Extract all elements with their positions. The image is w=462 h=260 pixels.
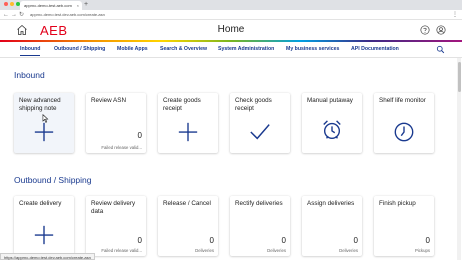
card-subtitle: Deliveries [195, 248, 214, 253]
card-count: 0 [353, 236, 358, 245]
card-subtitle: Failed release valid... [101, 145, 142, 150]
card-create-goods-receipt[interactable]: Create goods receipt [158, 93, 218, 153]
nav-mobile-apps[interactable]: Mobile Apps [117, 46, 148, 52]
card-title: Release / Cancel [163, 200, 211, 207]
plus-icon [178, 122, 198, 142]
user-icon[interactable] [436, 25, 446, 35]
browser-menu-icon[interactable]: ⋮ [452, 11, 458, 18]
main-nav: Inbound Outbound / Shipping Mobile Apps … [0, 42, 462, 58]
card-title: Finish pickup [379, 200, 416, 207]
app-header: AEB Home [0, 20, 462, 40]
link-status-bar: https://apprnc-demo.test.dev.aeb.com/cre… [0, 253, 95, 260]
tab-title: apprnc-demo-test.aeb.com [24, 3, 72, 8]
card-title: Manual putaway [307, 97, 353, 104]
nav-inbound[interactable]: Inbound [20, 46, 41, 56]
card-title: Review ASN [91, 97, 126, 104]
page-title: Home [217, 24, 245, 35]
card-title: Create goods receipt [163, 97, 201, 112]
browser-tab-bar: apprnc-demo-test.aeb.com × + [0, 0, 462, 10]
section-title-outbound: Outbound / Shipping [14, 175, 92, 185]
card-subtitle: Deliveries [339, 248, 358, 253]
window-controls [4, 2, 20, 6]
nav-system-administration[interactable]: System Administration [218, 46, 274, 52]
card-count: 0 [137, 236, 142, 245]
card-shelf-life-monitor[interactable]: Shelf life monitor [374, 93, 434, 153]
mouse-cursor-icon [42, 114, 49, 123]
card-create-delivery[interactable]: Create delivery [14, 196, 74, 256]
card-count: 0 [281, 236, 286, 245]
card-title: Rectify deliveries [235, 200, 283, 207]
close-window-dot[interactable] [4, 2, 8, 6]
forward-icon[interactable]: → [11, 11, 17, 19]
card-title: Review delivery data [91, 200, 136, 215]
card-subtitle: Pickups [414, 248, 430, 253]
plus-icon [34, 122, 54, 142]
plus-icon [34, 225, 54, 245]
reload-icon[interactable]: ↻ [19, 11, 24, 19]
card-title: Shelf life monitor [379, 97, 426, 104]
address-bar: ← → ↻ apprnc-demo.test.dev.aeb.com/creat… [0, 10, 462, 20]
card-title: Create delivery [19, 200, 62, 207]
card-new-advanced-shipping-note[interactable]: New advanced shipping note [14, 93, 74, 153]
url-field[interactable]: apprnc-demo.test.dev.aeb.com/create-asn [30, 12, 105, 17]
new-tab-button[interactable]: + [84, 1, 88, 9]
search-icon[interactable] [436, 45, 445, 54]
card-title: New advanced shipping note [19, 97, 61, 112]
nav-my-business-services[interactable]: My business services [286, 46, 339, 52]
section-title-inbound: Inbound [14, 70, 45, 80]
tab-close-icon[interactable]: × [77, 3, 79, 8]
card-check-goods-receipt[interactable]: Check goods receipt [230, 93, 290, 153]
minimize-window-dot[interactable] [10, 2, 14, 6]
card-count: 0 [209, 236, 214, 245]
back-icon[interactable]: ← [3, 11, 9, 19]
card-title: Assign deliveries [307, 200, 355, 207]
scrollbar-thumb[interactable] [458, 62, 461, 92]
card-count: 0 [137, 131, 142, 140]
nav-search-overview[interactable]: Search & Overview [160, 46, 207, 52]
card-review-delivery-data[interactable]: Review delivery data 0 Failed release va… [86, 196, 146, 256]
card-count: 0 [425, 236, 430, 245]
card-subtitle: Deliveries [267, 248, 286, 253]
card-subtitle: Failed release valid... [101, 248, 142, 253]
card-rectify-deliveries[interactable]: Rectify deliveries 0 Deliveries [230, 196, 290, 256]
card-finish-pickup[interactable]: Finish pickup 0 Pickups [374, 196, 434, 256]
card-release-cancel[interactable]: Release / Cancel 0 Deliveries [158, 196, 218, 256]
card-review-asn[interactable]: Review ASN 0 Failed release valid... [86, 93, 146, 153]
browser-tab[interactable]: apprnc-demo-test.aeb.com × [20, 1, 82, 10]
checkmark-icon [250, 124, 270, 140]
clock-icon [394, 122, 414, 142]
nav-api-documentation[interactable]: API Documentation [351, 46, 399, 52]
card-title: Check goods receipt [235, 97, 272, 112]
card-assign-deliveries[interactable]: Assign deliveries 0 Deliveries [302, 196, 362, 256]
help-icon[interactable] [420, 25, 430, 35]
nav-outbound-shipping[interactable]: Outbound / Shipping [54, 46, 105, 52]
alarm-clock-icon [323, 120, 341, 139]
card-manual-putaway[interactable]: Manual putaway [302, 93, 362, 153]
